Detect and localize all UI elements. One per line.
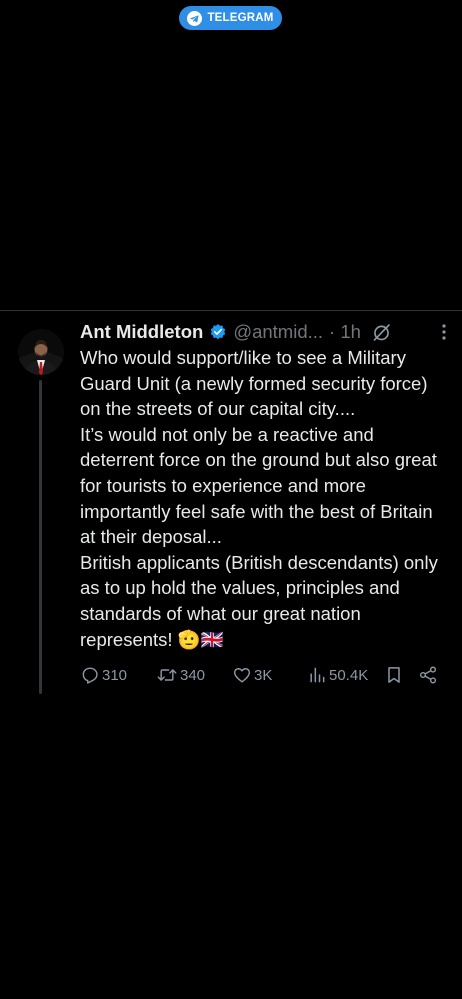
bookmark-button[interactable] (384, 663, 404, 687)
verified-badge-icon (209, 323, 227, 341)
tweet-actions: 310 340 3K 50.4K (80, 663, 440, 687)
views-count: 50.4K (329, 666, 369, 684)
author-handle[interactable]: @antmid... (233, 321, 323, 343)
share-icon (418, 665, 438, 685)
thread-line (39, 380, 42, 694)
avatar[interactable] (18, 329, 64, 375)
reply-button[interactable]: 310 (80, 663, 127, 687)
repost-button[interactable]: 340 (156, 663, 205, 687)
reply-count: 310 (102, 666, 128, 684)
bookmark-icon (384, 664, 404, 686)
share-button[interactable] (418, 663, 438, 687)
timeline-divider (0, 310, 462, 311)
more-options-icon[interactable] (438, 323, 450, 341)
views-button[interactable]: 50.4K (307, 663, 368, 687)
telegram-label: TELEGRAM (207, 12, 274, 24)
tweet-text: Who would support/like to see a Military… (80, 347, 438, 650)
author-name[interactable]: Ant Middleton (80, 321, 203, 343)
grok-icon[interactable] (371, 322, 392, 343)
telegram-banner[interactable]: TELEGRAM (179, 6, 282, 30)
heart-icon (232, 665, 252, 685)
like-count: 3K (254, 666, 273, 684)
repost-icon (156, 665, 178, 685)
telegram-plane-icon (187, 10, 203, 26)
tweet-timestamp[interactable]: · 1h (329, 321, 361, 343)
tweet-header: Ant Middleton @antmid... · 1h (80, 319, 450, 345)
analytics-icon (307, 665, 327, 685)
like-button[interactable]: 3K (232, 663, 272, 687)
repost-count: 340 (180, 666, 206, 684)
reply-icon (80, 665, 100, 685)
